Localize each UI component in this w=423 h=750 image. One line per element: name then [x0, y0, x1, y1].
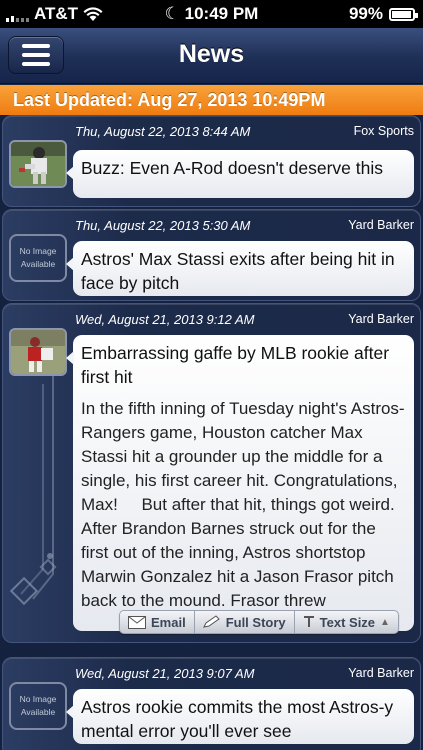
battery-icon [389, 7, 418, 21]
article-story-bubble[interactable]: Embarrassing gaffe by MLB rookie after f… [66, 335, 414, 631]
article-source: Yard Barker [348, 666, 414, 680]
pencil-icon [202, 615, 220, 628]
article-headline-bubble[interactable]: Astros rookie commits the most Astros-y … [66, 689, 414, 744]
news-item[interactable]: Thu, August 22, 2013 5:30 AM Yard Barker… [2, 209, 421, 301]
status-bar: AT&T ☾ 10:49 PM 99% [0, 0, 423, 28]
news-item[interactable]: Thu, August 22, 2013 8:44 AM Fox Sports … [2, 115, 421, 207]
news-feed[interactable]: Thu, August 22, 2013 8:44 AM Fox Sports … [0, 115, 423, 750]
email-button[interactable]: Email [120, 611, 195, 633]
status-time: 10:49 PM [184, 4, 259, 23]
article-body[interactable]: In the fifth inning of Tuesday night's A… [81, 397, 406, 618]
news-item[interactable]: Wed, August 21, 2013 9:07 AM Yard Barker… [2, 657, 421, 750]
text-size-arrow-icon: ▲ [380, 616, 390, 628]
last-updated-bar: Last Updated: Aug 27, 2013 10:49PM [0, 85, 423, 115]
article-date: Thu, August 22, 2013 5:30 AM [75, 218, 251, 233]
article-thumbnail [9, 140, 67, 188]
article-headline: Astros' Max Stassi exits after being hit… [81, 249, 395, 293]
no-image-placeholder: No Image Available [9, 682, 67, 730]
article-source: Yard Barker [348, 218, 414, 232]
article-source: Yard Barker [348, 312, 414, 326]
battery-percent: 99% [348, 4, 383, 23]
text-size-icon [303, 616, 314, 627]
full-story-button[interactable]: Full Story [195, 611, 295, 633]
article-headline-bubble[interactable]: Buzz: Even A-Rod doesn't deserve this [66, 150, 414, 198]
baseball-diamond-decoration [9, 374, 57, 606]
nav-bar: News [0, 28, 423, 84]
moon-icon: ☾ [164, 4, 180, 23]
article-headline: Embarrassing gaffe by MLB rookie after f… [81, 343, 390, 387]
news-item-expanded[interactable]: Wed, August 21, 2013 9:12 AM Yard Barker… [2, 303, 421, 643]
article-headline: Buzz: Even A-Rod doesn't deserve this [81, 158, 383, 178]
article-date: Thu, August 22, 2013 8:44 AM [75, 124, 251, 139]
envelope-icon [128, 615, 146, 629]
article-date: Wed, August 21, 2013 9:12 AM [75, 312, 255, 327]
no-image-placeholder: No Image Available [9, 234, 67, 282]
article-thumbnail [9, 328, 67, 376]
article-headline-bubble[interactable]: Astros' Max Stassi exits after being hit… [66, 241, 414, 296]
page-title: News [178, 40, 245, 68]
text-size-button[interactable]: Text Size ▲ [295, 611, 398, 633]
article-date: Wed, August 21, 2013 9:07 AM [75, 666, 255, 681]
article-headline: Astros rookie commits the most Astros-y … [81, 697, 394, 741]
article-actions: Email Full Story Text Size ▲ [119, 610, 399, 634]
article-source: Fox Sports [353, 124, 414, 138]
